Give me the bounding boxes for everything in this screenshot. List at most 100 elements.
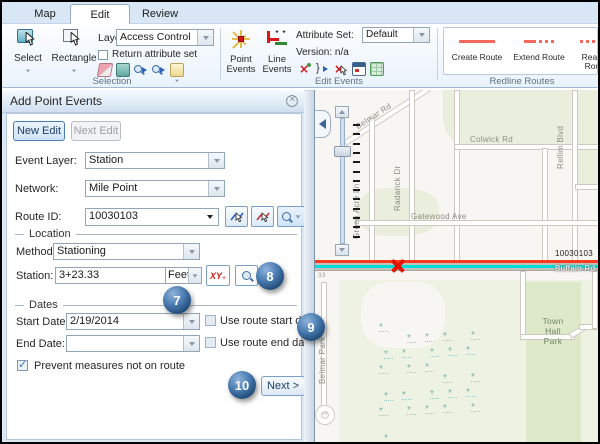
marsh-symbol: * [407,335,416,343]
zoom-to-selection-icon[interactable] [134,63,148,77]
zoom-slider-handle[interactable] [334,146,351,157]
pan-to-selection-icon[interactable] [152,63,166,77]
network-value: Mile Point [86,181,208,196]
extend-route-button[interactable]: Extend Route [510,36,568,62]
route-id-combobox[interactable]: 10030103 [85,208,219,226]
collapse-panel-button[interactable] [314,110,331,138]
method-dropdown-icon[interactable] [183,244,199,259]
line-events-label: Line Events [260,55,294,75]
road-vertical [592,271,598,329]
end-date-dropdown-icon[interactable] [183,336,199,351]
street-label: Rellim Blvd [556,126,565,169]
layer-value: Access Control [117,30,197,45]
select-route-red-icon [256,210,270,224]
zoom-slider-track[interactable] [340,118,345,244]
layer-dropdown-icon[interactable] [197,30,213,45]
panel-splitter[interactable] [304,90,314,444]
select-all-icon[interactable] [116,63,130,77]
route-zoom-menu-button[interactable] [277,206,305,227]
xy-coordinates-button[interactable]: XY+ [206,265,230,286]
new-edit-button[interactable]: New Edit [13,121,65,141]
edit-events-group-label: Edit Events [294,76,384,87]
tab-review[interactable]: Review [132,4,188,25]
select-dropdown-icon[interactable] [26,69,30,72]
attribute-set-combobox[interactable]: Default [362,27,430,43]
zoom-tick [353,143,360,145]
map-view[interactable]: ************************** Green Acre Ln… [314,90,598,444]
attribute-set-dropdown-icon[interactable] [413,28,429,42]
event-layer-combobox[interactable]: Station [85,152,225,169]
create-route-button[interactable]: Create Route [448,36,506,62]
zoom-tick [353,133,360,135]
layer-combobox[interactable]: Access Control [116,29,214,46]
event-layer-dropdown-icon[interactable] [208,153,224,168]
start-date-combobox[interactable]: 2/19/2014 [66,313,200,330]
delete-event-icon[interactable]: × [298,62,312,76]
clear-route-selection-button[interactable] [251,206,274,227]
attribute-set-label: Attribute Set: [296,30,354,41]
route-id-dropdown-icon[interactable] [202,209,218,225]
route-zoom-dropdown-icon [295,215,300,218]
point-events-button[interactable]: Point Events [224,28,258,75]
road-vertical [520,271,526,338]
next-button[interactable]: Next > [261,376,305,396]
callout-10: 10 [228,371,256,399]
station-input[interactable]: 3+23.33 [55,267,165,284]
use-route-end-date-label: Use route end date [220,337,314,349]
street-label: Radarick Dr [393,165,402,211]
zoom-in-button[interactable] [335,106,349,118]
select-route-on-map-button[interactable] [225,206,248,227]
selection-group-label: Selection [60,76,164,87]
start-date-dropdown-icon[interactable] [183,314,199,329]
line-events-button[interactable]: Line Events [260,28,294,75]
event-table-icon[interactable] [370,62,384,76]
marsh-symbol: * [379,408,388,416]
measure-label: 33 [318,272,326,279]
use-route-start-date-checkbox[interactable] [205,315,216,326]
network-dropdown-icon[interactable] [208,181,224,196]
zoom-tick [353,152,360,154]
close-icon[interactable] [286,95,298,107]
selection-options-dropdown-icon[interactable] [175,80,179,82]
network-combobox[interactable]: Mile Point [85,180,225,197]
dates-legend: Dates [29,299,58,311]
ribbon-separator [437,28,438,80]
marsh-symbol: * [407,407,416,415]
street-label: Gatewood Ave [411,212,467,221]
realign-route-button[interactable]: Realign Route [572,36,598,71]
tab-map[interactable]: Map [20,4,70,25]
callout-7: 7 [163,286,191,314]
units-combobox[interactable]: Feet [165,267,202,284]
magnifier-icon [282,212,291,221]
marsh-symbol: * [430,349,439,357]
version-label: Version: n/a [296,47,349,58]
event-dialog-icon[interactable] [352,62,366,76]
station-label: Station: [16,270,53,282]
station-zoom-button[interactable] [235,265,258,286]
rectangle-dropdown-icon[interactable] [72,69,76,72]
marsh-symbol: * [443,405,452,413]
callout-8: 8 [256,262,284,290]
select-button[interactable]: Select [6,27,50,76]
method-combobox[interactable]: Stationing [53,243,200,260]
use-route-end-date-checkbox[interactable] [205,337,216,348]
road-vertical [454,90,460,266]
tab-edit[interactable]: Edit [70,4,130,25]
zoom-out-button[interactable] [335,244,349,256]
marsh-symbol: * [379,324,388,332]
prevent-measures-checkbox[interactable] [17,360,28,371]
route-number-label: 10030103 [555,249,593,258]
marsh-symbol: * [425,406,434,414]
units-dropdown-icon[interactable] [188,268,201,283]
end-date-combobox[interactable] [66,335,200,352]
snap-event-icon[interactable]: } [316,62,330,76]
rectangle-button[interactable]: Rectangle [50,27,98,76]
return-attribute-set-checkbox[interactable] [98,50,108,60]
select-event-icon[interactable]: × [334,62,348,76]
selection-options-icon[interactable] [170,63,184,77]
clear-selection-icon[interactable] [97,63,113,77]
select-label: Select [6,54,50,65]
units-value: Feet [166,268,188,283]
route-id-label: Route ID: [15,211,61,223]
road-rellim-blvd [572,90,578,266]
